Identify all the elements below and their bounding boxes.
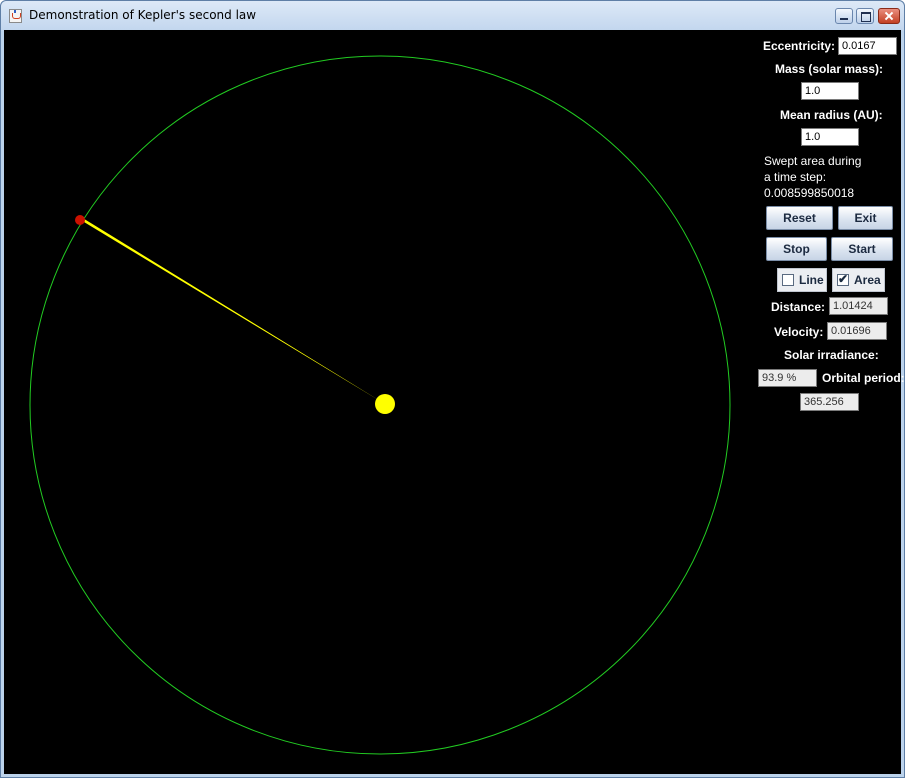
reset-button[interactable]: Reset (766, 206, 833, 230)
radius-label: Mean radius (AU): (780, 108, 883, 122)
orbital-period-field: 365.256 (800, 393, 859, 411)
client-area: Eccentricity: 0.0167 Mass (solar mass): … (4, 30, 905, 774)
sun (375, 394, 395, 414)
title-bar[interactable]: Demonstration of Kepler's second law (1, 1, 904, 31)
velocity-label: Velocity: (774, 325, 824, 339)
line-checkbox-label: Line (799, 273, 824, 287)
minimize-icon[interactable] (835, 8, 853, 24)
swept-area-value: 0.008599850018 (764, 186, 855, 200)
irradiance-field: 93.9 % (758, 369, 817, 387)
checkmark-icon: ✔ (838, 272, 849, 286)
eccentricity-label: Eccentricity: (763, 39, 836, 53)
area-checkbox-label: Area (854, 273, 881, 287)
area-checkbox[interactable]: ✔ Area (832, 268, 885, 292)
java-cup-icon[interactable] (9, 9, 22, 23)
velocity-field: 0.01696 (827, 322, 887, 340)
mass-label: Mass (solar mass): (775, 62, 884, 76)
distance-label: Distance: (771, 300, 826, 314)
exit-button[interactable]: Exit (838, 206, 893, 230)
start-button[interactable]: Start (831, 237, 893, 261)
irradiance-label: Solar irradiance: (784, 348, 879, 362)
mass-field[interactable]: 1.0 (801, 82, 859, 100)
window-title: Demonstration of Kepler's second law (29, 8, 257, 22)
line-checkbox-box[interactable] (782, 274, 794, 286)
radius-field[interactable]: 1.0 (801, 128, 859, 146)
maximize-icon[interactable] (856, 8, 874, 24)
close-icon[interactable] (878, 8, 900, 24)
line-checkbox[interactable]: Line (777, 268, 827, 292)
app-window: Demonstration of Kepler's second law Ecc… (0, 0, 905, 778)
stop-button[interactable]: Stop (766, 237, 827, 261)
planet (75, 215, 85, 225)
area-checkbox-box[interactable]: ✔ (837, 272, 849, 286)
swept-area-caption-2: a time step: (764, 170, 827, 184)
control-panel: Eccentricity: 0.0167 Mass (solar mass): … (756, 30, 905, 774)
swept-area-caption-1: Swept area during (764, 154, 862, 168)
eccentricity-field[interactable]: 0.0167 (838, 37, 897, 55)
distance-field: 1.01424 (829, 297, 888, 315)
orbital-period-label: Orbital period: (822, 371, 905, 385)
orbit-canvas (4, 30, 756, 774)
